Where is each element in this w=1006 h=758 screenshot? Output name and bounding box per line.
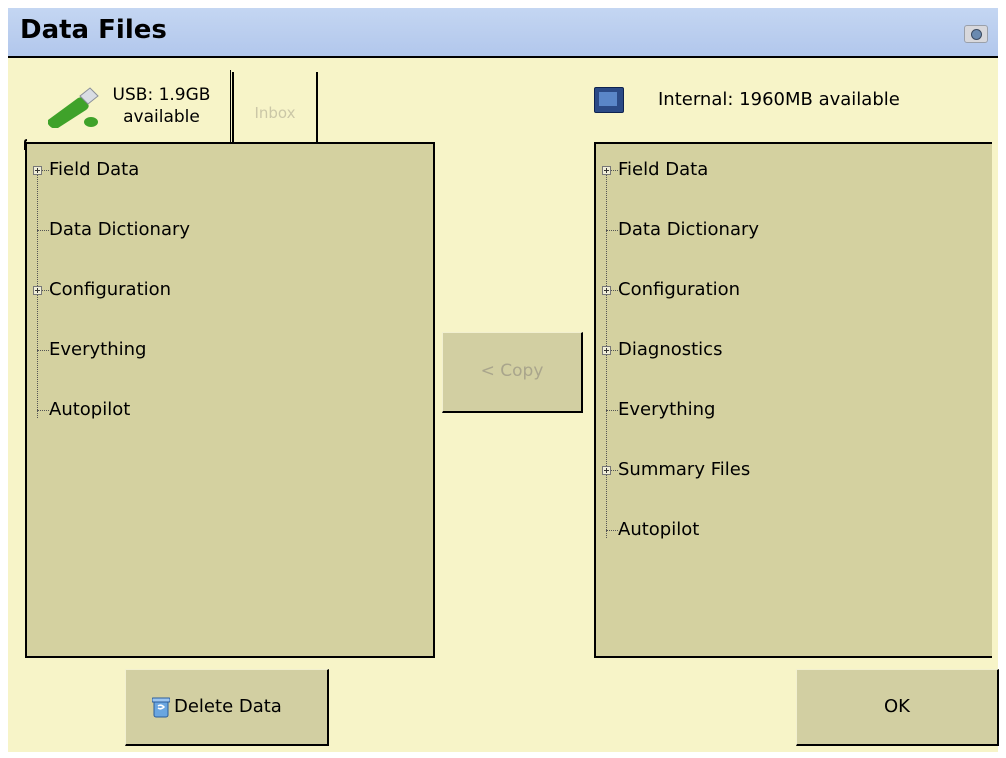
ok-button[interactable]: OK (796, 669, 999, 746)
internal-capacity-label: Internal: 1960MB available (658, 89, 900, 110)
usb-file-tree[interactable]: Field Data Data Dictionary Configuration Ev… (25, 142, 435, 658)
tree-node-label: Configuration (49, 279, 172, 300)
expand-icon[interactable] (602, 346, 611, 355)
tree-node-label: Field Data (49, 159, 140, 180)
tree-node-label: Data Dictionary (618, 219, 760, 240)
usb-available: available (123, 107, 200, 127)
tree-connector (606, 410, 618, 411)
tree-node-label: Autopilot (618, 519, 700, 540)
title-bar: Data Files (8, 8, 998, 58)
tree-connector (37, 230, 49, 231)
tree-connector (606, 530, 618, 531)
tree-connector (37, 350, 49, 351)
delete-data-label: Delete Data (174, 696, 282, 717)
tree-node-label: Everything (49, 339, 147, 360)
expand-icon[interactable] (602, 466, 611, 475)
trash-icon (152, 697, 170, 718)
usb-capacity: USB: 1.9GB (112, 85, 211, 105)
tree-node-label: Data Dictionary (49, 219, 191, 240)
data-files-screen: Data Files USB: 1.9GB available Inbox Fi… (8, 8, 999, 752)
tree-connector (606, 230, 618, 231)
tree-node-label: Configuration (618, 279, 741, 300)
usb-capacity-label: USB: 1.9GB available (104, 84, 219, 128)
camera-icon[interactable] (964, 25, 988, 43)
page-title: Data Files (20, 15, 167, 45)
copy-button[interactable]: < Copy (442, 332, 583, 413)
tree-node-label: Diagnostics (618, 339, 723, 360)
expand-icon[interactable] (33, 166, 42, 175)
usb-stick-icon (48, 87, 99, 128)
tree-node-label: Field Data (618, 159, 709, 180)
camera-lens (971, 29, 982, 40)
expand-icon[interactable] (602, 166, 611, 175)
tree-connector (37, 410, 49, 411)
internal-file-tree[interactable]: Field Data Data Dictionary Configuration Di… (594, 142, 992, 658)
inbox-tab-label: Inbox (254, 104, 296, 122)
copy-button-label: < Copy (480, 361, 544, 381)
ok-button-label: OK (884, 696, 910, 717)
tree-node-label: Autopilot (49, 399, 131, 420)
expand-icon[interactable] (33, 286, 42, 295)
delete-data-button[interactable]: Delete Data (125, 669, 329, 746)
expand-icon[interactable] (602, 286, 611, 295)
tree-node-label: Everything (618, 399, 716, 420)
inbox-tab[interactable]: Inbox (232, 72, 318, 142)
display-unit-icon (594, 87, 624, 113)
tree-node-label: Summary Files (618, 459, 751, 480)
